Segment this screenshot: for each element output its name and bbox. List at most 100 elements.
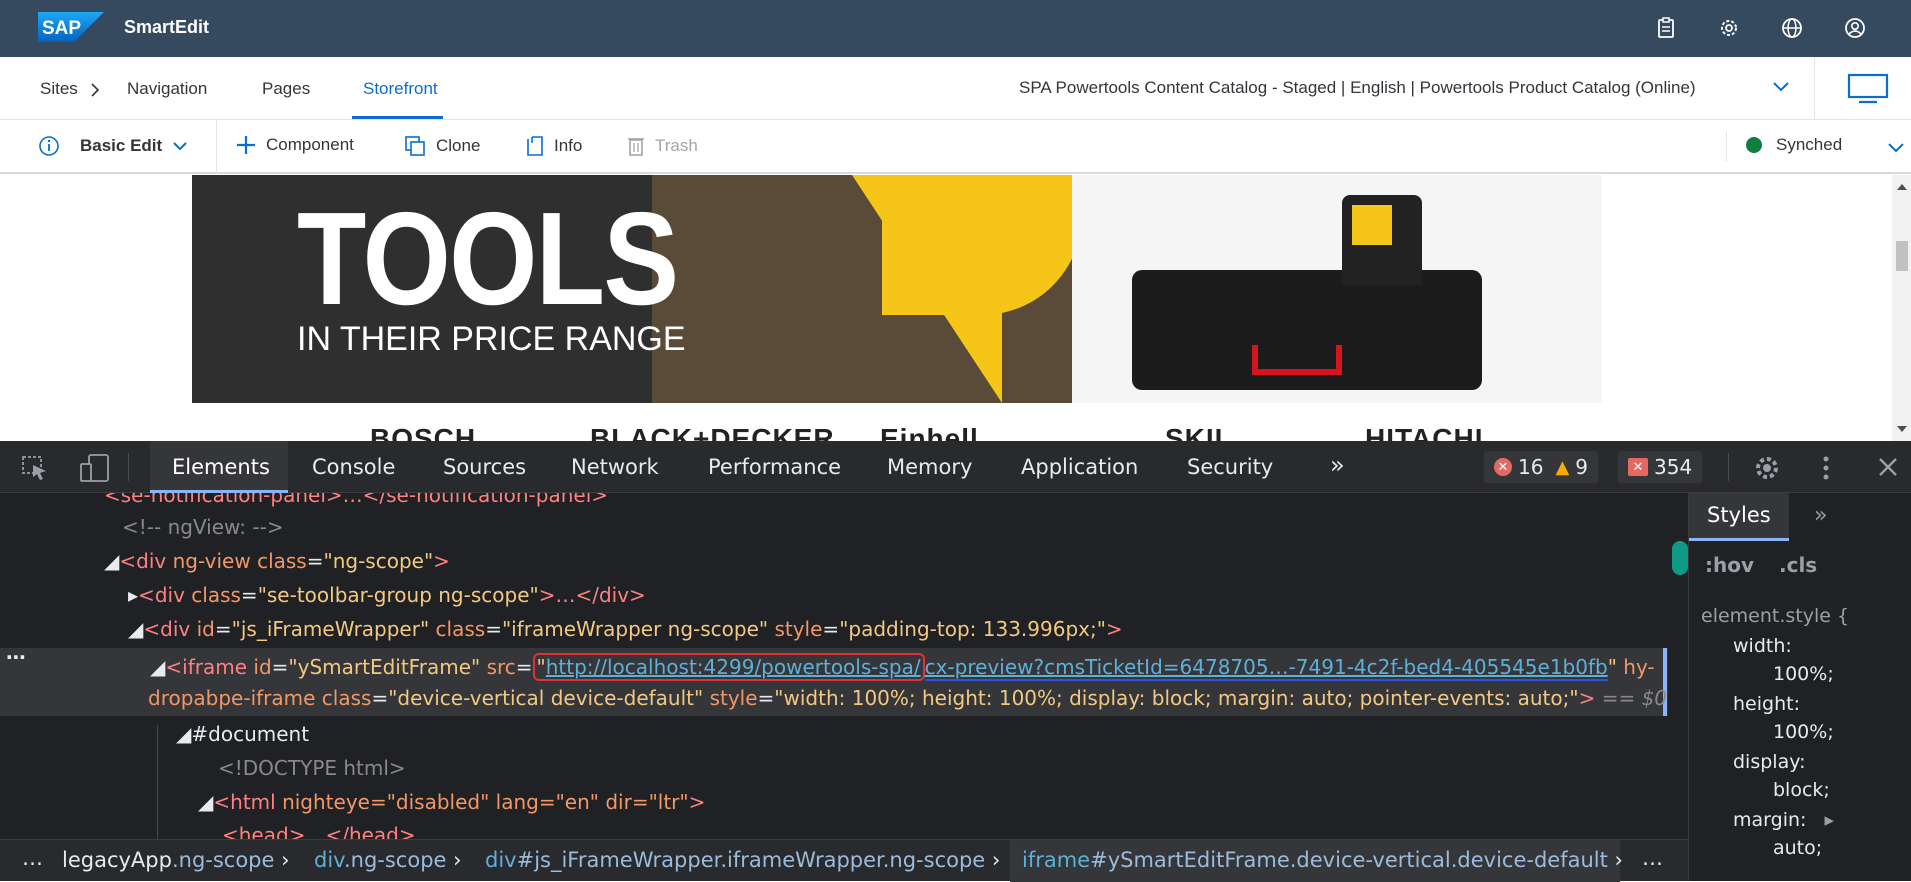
tab-security[interactable]: Security	[1187, 455, 1273, 479]
brand-skil[interactable]: SKIL	[1165, 423, 1233, 441]
breadcrumb-item[interactable]: div.ng-scope ›	[314, 848, 462, 872]
attr-name: style	[709, 686, 758, 710]
brand-bosch[interactable]: BOSCH	[370, 423, 476, 441]
style-val-margin[interactable]: auto;	[1773, 837, 1822, 859]
expand-triangle-icon[interactable]: ◢	[128, 617, 143, 641]
console-counters[interactable]: ✕ 16 ▲ 9	[1484, 451, 1599, 483]
error-count: 16	[1518, 455, 1544, 479]
page-info-icon	[527, 136, 543, 156]
expand-triangle-icon[interactable]: ◢	[150, 655, 165, 679]
tab-network[interactable]: Network	[571, 455, 659, 479]
src-url-path-link[interactable]: cx-preview?cmsTicketId=6478705…-7491-4c2…	[924, 655, 1608, 681]
dom-line[interactable]: ◢<div id="js_iFrameWrapper" class="ifram…	[128, 617, 1123, 641]
cls-filter[interactable]: .cls	[1779, 553, 1817, 577]
settings-gear-icon[interactable]	[1753, 454, 1781, 482]
row-options-icon[interactable]: ⋯	[6, 645, 26, 669]
tab-sources[interactable]: Sources	[443, 455, 526, 479]
style-prop-height[interactable]: height:	[1733, 693, 1800, 715]
inspect-element-icon[interactable]	[22, 456, 48, 480]
breadcrumb-item[interactable]: legacyApp.ng-scope ›	[62, 848, 290, 872]
styles-tab[interactable]: Styles	[1689, 493, 1789, 541]
more-panes-button[interactable]: »	[1814, 503, 1827, 528]
tab-elements[interactable]: Elements	[172, 455, 270, 479]
divider	[128, 453, 129, 481]
expand-triangle-icon[interactable]: ▸	[1824, 809, 1834, 831]
dom-tree[interactable]: <se-notification-panel>…</se-notificatio…	[0, 493, 1668, 843]
divider	[1728, 453, 1729, 481]
dom-line[interactable]: <se-notification-panel>…</se-notificatio…	[104, 493, 608, 507]
expand-triangle-icon[interactable]: ◢	[198, 790, 213, 814]
splitter-handle[interactable]	[1672, 541, 1688, 575]
more-options-icon[interactable]	[1822, 454, 1830, 482]
top-bar: SAP SmartEdit	[0, 0, 1911, 57]
clone-button[interactable]: Clone	[404, 135, 480, 157]
catalog-selector[interactable]: SPA Powertools Content Catalog - Staged …	[1019, 78, 1696, 98]
doctype-line[interactable]: <!DOCTYPE html>	[218, 756, 406, 780]
device-toolbar-icon[interactable]	[80, 454, 110, 482]
info-button[interactable]: Info	[526, 135, 582, 157]
error-icon: ✕	[1494, 458, 1512, 476]
more-tabs-button[interactable]: »	[1330, 451, 1345, 479]
tag-name: html	[230, 790, 276, 814]
add-component-button[interactable]: Component	[236, 135, 354, 155]
expand-triangle-icon[interactable]: ◢	[176, 722, 191, 746]
scroll-up-icon[interactable]	[1896, 183, 1908, 191]
attr-name: src	[486, 655, 516, 679]
style-prop-margin[interactable]: margin: ▸	[1733, 809, 1834, 831]
tab-memory[interactable]: Memory	[887, 455, 972, 479]
scroll-down-icon[interactable]	[1896, 425, 1908, 433]
banner-headline: TOOLS	[297, 185, 679, 332]
breadcrumb-item[interactable]: div#js_iFrameWrapper.iframeWrapper.ng-sc…	[485, 848, 1000, 872]
dom-line[interactable]: ▸<div class="se-toolbar-group ng-scope">…	[128, 583, 646, 607]
tag-name: iframe	[182, 655, 248, 679]
expand-triangle-icon[interactable]: ◢	[104, 549, 119, 573]
dom-line[interactable]: ◢#document	[176, 722, 309, 746]
style-val-width[interactable]: 100%;	[1773, 663, 1834, 685]
style-prop-width[interactable]: width:	[1733, 635, 1792, 657]
breadcrumb-item-selected[interactable]: iframe#ySmartEditFrame.device-vertical.d…	[1022, 848, 1623, 872]
user-icon[interactable]	[1841, 14, 1869, 42]
breadcrumb-overflow-icon[interactable]: …	[1642, 846, 1663, 870]
tab-console[interactable]: Console	[312, 455, 395, 479]
dom-line-selected[interactable]: ◢<iframe id="ySmartEditFrame" src= "http:…	[150, 653, 1655, 681]
nav-navigation[interactable]: Navigation	[127, 79, 207, 99]
desktop-icon[interactable]	[1847, 73, 1889, 105]
sync-status[interactable]: Synched	[1746, 135, 1842, 155]
style-prop-display[interactable]: display:	[1733, 751, 1806, 773]
tab-performance[interactable]: Performance	[708, 455, 841, 479]
dom-comment[interactable]: <!-- ngView: -->	[122, 515, 284, 539]
hov-filter[interactable]: :hov	[1705, 553, 1754, 577]
brand-blackdecker[interactable]: BLACK+DECKER	[590, 423, 835, 441]
clipboard-icon[interactable]	[1652, 14, 1680, 42]
attr-value: "width: 100%; height: 100%; display: blo…	[774, 686, 1579, 710]
dom-line[interactable]: ◢<html nighteye="disabled" lang="en" dir…	[198, 790, 705, 814]
preview-scrollbar[interactable]	[1892, 175, 1911, 441]
brand-einhell[interactable]: Einhell	[880, 423, 979, 441]
nav-pages[interactable]: Pages	[262, 79, 310, 99]
dom-line-selected-cont[interactable]: dropabpe-iframe class="device-vertical d…	[148, 686, 1667, 710]
breadcrumb-overflow-icon[interactable]: …	[22, 846, 43, 870]
chevron-down-icon[interactable]	[1887, 142, 1905, 154]
trash-label: Trash	[655, 136, 698, 155]
tab-application[interactable]: Application	[1021, 455, 1138, 479]
chevron-down-icon[interactable]	[1772, 81, 1790, 93]
style-val-display[interactable]: block;	[1773, 779, 1830, 801]
brand-hitachi[interactable]: HITACHI	[1365, 423, 1483, 441]
collapse-triangle-icon[interactable]: ▸	[128, 583, 138, 607]
basic-edit-dropdown[interactable]: Basic Edit	[38, 135, 188, 157]
hero-banner[interactable]: TOOLS IN THEIR PRICE RANGE	[192, 175, 1602, 403]
close-icon[interactable]	[1878, 457, 1898, 477]
trash-button[interactable]: Trash	[627, 135, 698, 157]
element-style-selector[interactable]: element.style {	[1701, 605, 1849, 627]
issues-counter[interactable]: ✕ 354	[1618, 451, 1703, 483]
nav-storefront[interactable]: Storefront	[363, 79, 438, 99]
globe-icon[interactable]	[1778, 14, 1806, 42]
src-url-host-link[interactable]: http://localhost:4299/powertools-spa/	[546, 655, 921, 679]
style-val-height[interactable]: 100%;	[1773, 721, 1834, 743]
gear-icon[interactable]	[1715, 14, 1743, 42]
info-label: Info	[554, 136, 583, 155]
attr-value: "padding-top: 133.996px;"	[839, 617, 1106, 641]
nav-sites[interactable]: Sites	[40, 79, 78, 99]
dom-line[interactable]: ◢<div ng-view class="ng-scope">	[104, 549, 450, 573]
scroll-thumb[interactable]	[1896, 241, 1908, 271]
